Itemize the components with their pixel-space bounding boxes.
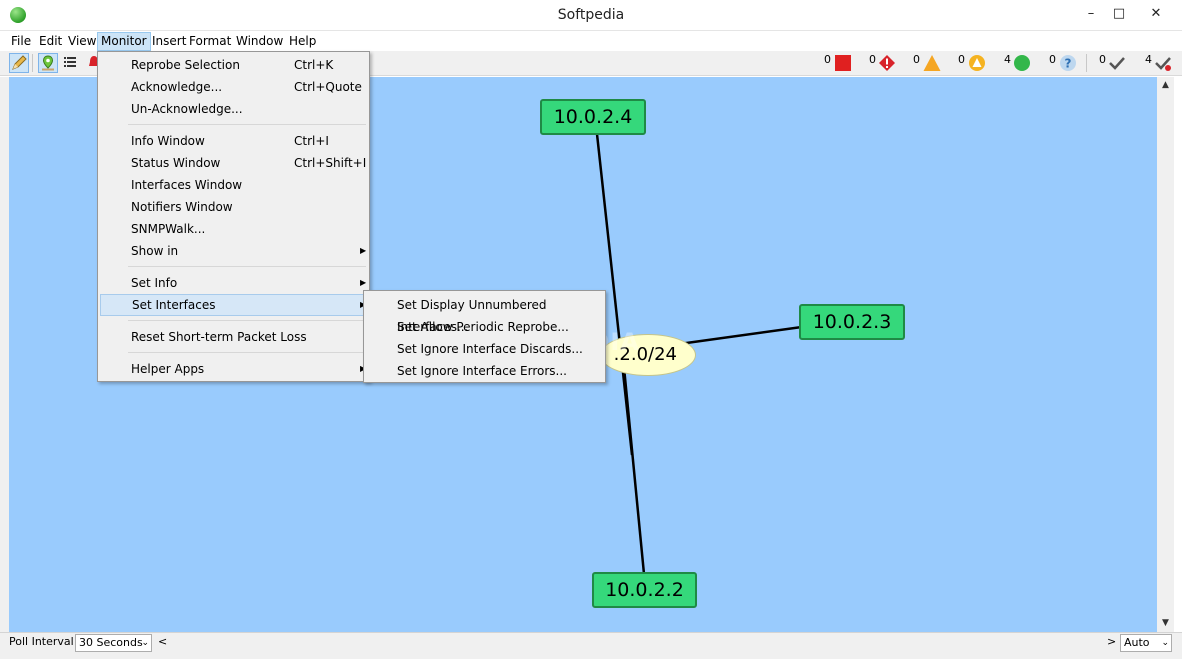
up-count: 4 (1004, 53, 1011, 66)
poll-interval-label: Poll Interval: (9, 635, 78, 648)
menu-help[interactable]: Help (286, 32, 319, 51)
acknowledged-count: 0 (1099, 53, 1106, 66)
scroll-up-icon[interactable]: ▲ (1157, 77, 1174, 94)
chevron-down-icon: ⌄ (1161, 638, 1169, 648)
red-diamond-icon (879, 55, 895, 71)
chevron-down-icon: ⌄ (141, 638, 149, 648)
close-button[interactable]: ✕ (1132, 0, 1180, 27)
scroll-right-icon[interactable]: > (1107, 635, 1116, 648)
critical-count: 0 (869, 53, 876, 66)
checkmark-icon (1109, 57, 1125, 70)
orange-triangle-icon (923, 55, 941, 71)
menu-edit[interactable]: Edit (36, 32, 65, 51)
zoom-select[interactable]: Auto ⌄ (1120, 634, 1172, 652)
map-pin-icon (42, 55, 54, 71)
pencil-icon (12, 55, 27, 70)
up-status[interactable] (1013, 54, 1031, 73)
warning-count: 0 (913, 53, 920, 66)
menu-format[interactable]: Format (186, 32, 234, 51)
minor-status[interactable] (968, 54, 986, 73)
device-node[interactable]: 10.0.2.2 (592, 572, 697, 608)
menu-monitor[interactable]: Monitor (97, 32, 151, 51)
unknown-status[interactable]: ? (1059, 54, 1077, 73)
acknowledged-status[interactable] (1108, 54, 1126, 73)
menu-set-ignore-errors[interactable]: Set Ignore Interface Errors... (366, 360, 604, 382)
red-square-icon (835, 55, 851, 71)
down-status[interactable] (834, 54, 852, 73)
submenu-arrow-icon: ▶ (360, 246, 367, 255)
menu-set-display-unnumbered[interactable]: Set Display Unnumbered Interfaces... (366, 294, 604, 334)
menu-helper-apps[interactable]: Helper Apps▶ (100, 358, 368, 380)
menu-snmpwalk[interactable]: SNMPWalk... (100, 218, 368, 240)
set-interfaces-submenu: Set Display Unnumbered Interfaces... Set… (363, 290, 606, 383)
title-bar: Softpedia – □ ✕ (0, 0, 1182, 31)
menu-reprobe-selection[interactable]: Reprobe Selection Ctrl+K (100, 54, 368, 76)
total-count: 4 (1145, 53, 1152, 66)
menu-bar: File Edit View Monitor Insert Format Win… (0, 31, 1182, 51)
poll-interval-value: 30 Seconds (79, 636, 143, 649)
menu-info-window[interactable]: Info Window Ctrl+I (100, 130, 368, 152)
check-alert-icon (1155, 57, 1171, 71)
menu-acknowledge[interactable]: Acknowledge... Ctrl+Quote (100, 76, 368, 98)
minimize-button[interactable]: – (1076, 0, 1106, 27)
edit-mode-button[interactable] (9, 53, 29, 73)
minor-count: 0 (958, 53, 965, 66)
menu-file[interactable]: File (8, 32, 34, 51)
yellow-circle-triangle-icon (969, 55, 985, 71)
menu-set-interfaces[interactable]: Set Interfaces▶ (100, 294, 368, 316)
menu-reset-packet-loss[interactable]: Reset Short-term Packet Loss (100, 326, 368, 348)
scroll-down-icon[interactable]: ▼ (1157, 615, 1174, 632)
list-view-button[interactable] (61, 53, 81, 73)
unknown-count: 0 (1049, 53, 1056, 66)
total-status[interactable] (1154, 54, 1172, 73)
down-count: 0 (824, 53, 831, 66)
window-title: Softpedia (557, 7, 625, 23)
vertical-scrollbar[interactable]: ▲ ▼ (1157, 77, 1174, 632)
green-circle-icon (1014, 55, 1030, 71)
menu-window[interactable]: Window (233, 32, 286, 51)
device-node[interactable]: 10.0.2.4 (540, 99, 646, 135)
menu-interfaces-window[interactable]: Interfaces Window (100, 174, 368, 196)
question-icon: ? (1060, 55, 1076, 71)
menu-insert[interactable]: Insert (149, 32, 189, 51)
menu-view[interactable]: View (65, 32, 99, 51)
link-line (671, 324, 810, 347)
monitor-menu: Reprobe Selection Ctrl+K Acknowledge... Ct… (97, 51, 370, 382)
map-mode-button[interactable] (38, 53, 58, 73)
device-node[interactable]: 10.0.2.3 (799, 304, 905, 340)
maximize-button[interactable]: □ (1104, 0, 1134, 27)
menu-set-allow-periodic-reprobe[interactable]: Set Allow Periodic Reprobe... (366, 316, 604, 338)
menu-status-window[interactable]: Status Window Ctrl+Shift+I (100, 152, 368, 174)
menu-set-ignore-discards[interactable]: Set Ignore Interface Discards... (366, 338, 604, 360)
menu-show-in[interactable]: Show in ▶ (100, 240, 368, 262)
link-line (621, 356, 646, 575)
poll-interval-select[interactable]: 30 Seconds ⌄ (75, 634, 152, 652)
list-icon (64, 57, 76, 67)
warning-status[interactable] (923, 54, 941, 73)
scroll-left-icon[interactable]: < (158, 635, 167, 648)
menu-set-info[interactable]: Set Info ▶ (100, 272, 368, 294)
zoom-value: Auto (1124, 636, 1150, 649)
status-bar: Poll Interval: 30 Seconds ⌄ < > Auto ⌄ (0, 632, 1182, 659)
menu-notifiers-window[interactable]: Notifiers Window (100, 196, 368, 218)
svg-text:?: ? (1065, 57, 1072, 71)
menu-un-acknowledge[interactable]: Un-Acknowledge... (100, 98, 368, 120)
critical-status[interactable] (878, 54, 896, 73)
